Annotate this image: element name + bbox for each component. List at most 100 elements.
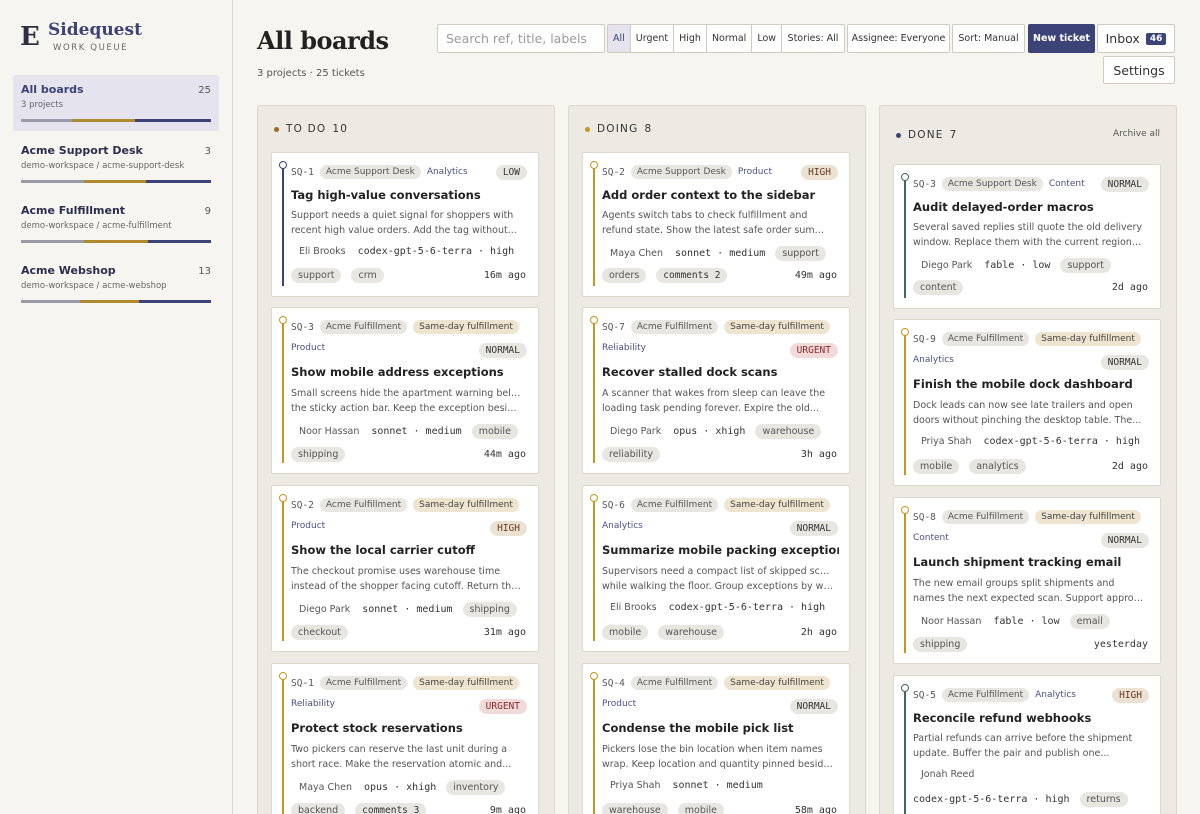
label-tag[interactable]: warehouse	[755, 424, 822, 439]
ticket-card[interactable]: SQ-7 Acme Fulfillment Same-day fulfillme…	[582, 307, 850, 474]
ticket-description: Small screens hide the apartment warning…	[291, 388, 522, 414]
timestamp: 31m ago	[483, 627, 526, 638]
status-knob-icon	[590, 494, 598, 502]
label-tag[interactable]: backend	[291, 803, 346, 814]
sidebar-item-label: Acme Webshop	[21, 264, 116, 277]
priority-badge: NORMAL	[1100, 355, 1149, 370]
label-tag[interactable]: support	[291, 268, 342, 283]
label-tag[interactable]: reliability	[602, 447, 660, 462]
label-tag[interactable]: support	[775, 246, 826, 261]
project-chip: Acme Fulfillment	[941, 510, 1030, 524]
ticket-title: Launch shipment tracking email	[913, 555, 1122, 569]
story-chip: Same-day fulfillment	[724, 498, 830, 512]
ticket-kind: Product	[291, 343, 326, 353]
label-tag[interactable]: mobile	[471, 424, 518, 439]
label-tag[interactable]: shipping	[913, 637, 968, 652]
sidebar-item-acme-fulfillment[interactable]: Acme Fulfillment 9 demo-workspace / acme-…	[13, 196, 219, 252]
filter-high[interactable]: High	[674, 25, 707, 52]
assignee: Eli Brooks	[610, 602, 657, 613]
timestamp: 2d ago	[1111, 461, 1148, 472]
label-tag[interactable]: checkout	[291, 625, 349, 640]
label-tag[interactable]: inventory	[446, 780, 506, 795]
label-tag[interactable]: warehouse	[658, 625, 725, 640]
label-tag[interactable]: analytics	[969, 459, 1026, 474]
ticket-card[interactable]: SQ-2 Acme Support Desk Product HIGH Add …	[582, 152, 850, 297]
status-knob-icon	[279, 161, 287, 169]
sidebar-item-acme-webshop[interactable]: Acme Webshop 13 demo-workspace / acme-web…	[13, 256, 219, 312]
priority-badge: NORMAL	[1100, 177, 1149, 192]
ticket-card[interactable]: SQ-9 Acme Fulfillment Same-day fulfillme…	[893, 319, 1161, 486]
label-tag[interactable]: crm	[351, 268, 384, 283]
sidebar-item-all-boards[interactable]: All boards 25 3 projects	[13, 75, 219, 131]
ticket-card[interactable]: SQ-2 Acme Fulfillment Same-day fulfillme…	[271, 485, 539, 652]
filter-low[interactable]: Low	[752, 25, 781, 52]
brand-subtitle: WORK QUEUE	[53, 43, 129, 53]
column-header: TO DO 10	[274, 123, 348, 135]
label-tag[interactable]: content	[913, 280, 964, 295]
project-chip: Acme Fulfillment	[319, 320, 408, 334]
ticket-title: Tag high-value conversations	[291, 188, 481, 202]
stories-filter-button[interactable]: Stories: All	[781, 24, 845, 53]
search-input[interactable]	[437, 24, 605, 53]
progress-bar	[21, 119, 211, 122]
project-chip: Acme Fulfillment	[941, 688, 1030, 702]
ticket-card[interactable]: SQ-1 Acme Fulfillment Same-day fulfillme…	[271, 663, 539, 814]
ticket-description: Two pickers can reserve the last unit du…	[291, 744, 512, 770]
sidebar-item-acme-support-desk[interactable]: Acme Support Desk 3 demo-workspace / acme…	[13, 136, 219, 192]
filter-urgent[interactable]: Urgent	[631, 25, 675, 52]
label-tag[interactable]: orders	[602, 268, 647, 283]
label-tag[interactable]: shipping	[462, 602, 517, 617]
filter-normal[interactable]: Normal	[707, 25, 753, 52]
ticket-card[interactable]: SQ-6 Acme Fulfillment Same-day fulfillme…	[582, 485, 850, 652]
new-ticket-button[interactable]: New ticket	[1028, 24, 1095, 53]
brand-name: Sidequest	[48, 20, 142, 40]
assignee: Diego Park	[610, 426, 662, 437]
column-count: 8	[644, 123, 653, 135]
inbox-button[interactable]: Inbox 46	[1097, 24, 1175, 53]
priority-badge: HIGH	[801, 165, 838, 180]
sort-button[interactable]: Sort: Manual	[952, 24, 1025, 53]
model-label: codex-gpt-5-6-terra · high	[668, 602, 826, 613]
story-chip: Same-day fulfillment	[413, 498, 519, 512]
assignee: Noor Hassan	[299, 426, 360, 437]
timestamp: 2h ago	[800, 627, 837, 638]
archive-all-button[interactable]: Archive all	[1113, 129, 1160, 139]
label-tag[interactable]: mobile	[602, 625, 649, 640]
ticket-card[interactable]: SQ-8 Acme Fulfillment Same-day fulfillme…	[893, 497, 1161, 664]
assignee-filter-button[interactable]: Assignee: Everyone	[847, 24, 950, 53]
story-chip: Same-day fulfillment	[1035, 332, 1141, 346]
ticket-kind: Product	[291, 521, 326, 531]
priority-badge: NORMAL	[1100, 533, 1149, 548]
label-tag[interactable]: email	[1069, 614, 1110, 629]
ticket-card[interactable]: SQ-5 Acme Fulfillment Analytics HIGH Rec…	[893, 675, 1161, 814]
label-tag[interactable]: mobile	[913, 459, 960, 474]
story-chip: Same-day fulfillment	[724, 320, 830, 334]
ticket-card[interactable]: SQ-4 Acme Fulfillment Same-day fulfillme…	[582, 663, 850, 814]
label-tag[interactable]: warehouse	[602, 803, 668, 814]
priority-badge: HIGH	[490, 521, 527, 536]
settings-button[interactable]: Settings	[1103, 56, 1175, 84]
status-knob-icon	[590, 161, 598, 169]
status-knob-icon	[901, 506, 909, 514]
story-chip: Same-day fulfillment	[1035, 510, 1141, 524]
ticket-ref: SQ-7	[602, 321, 625, 333]
column-title: DONE	[908, 129, 944, 141]
model-label: sonnet · medium	[672, 780, 763, 791]
label-tag[interactable]: returns	[1079, 792, 1128, 807]
ticket-kind: Reliability	[291, 699, 335, 709]
sidebar-item-count: 3	[204, 146, 211, 157]
ticket-card[interactable]: SQ-1 Acme Support Desk Analytics LOW Tag…	[271, 152, 539, 297]
ticket-card[interactable]: SQ-3 Acme Fulfillment Same-day fulfillme…	[271, 307, 539, 474]
label-tag[interactable]: mobile	[677, 803, 725, 814]
sidebar-item-label: All boards	[21, 83, 84, 96]
comments-badge[interactable]: comments 3	[355, 803, 427, 814]
filter-all[interactable]: All	[608, 25, 631, 52]
ticket-ref: SQ-8	[913, 511, 936, 523]
brand[interactable]: E Sidequest WORK QUEUE	[20, 20, 142, 60]
ticket-card[interactable]: SQ-3 Acme Support Desk Content NORMAL Au…	[893, 164, 1161, 309]
sidebar-item-count: 25	[198, 85, 211, 96]
comments-badge[interactable]: comments 2	[656, 268, 728, 283]
label-tag[interactable]: shipping	[291, 447, 346, 462]
ticket-title: Show mobile address exceptions	[291, 365, 504, 379]
label-tag[interactable]: support	[1060, 258, 1111, 273]
